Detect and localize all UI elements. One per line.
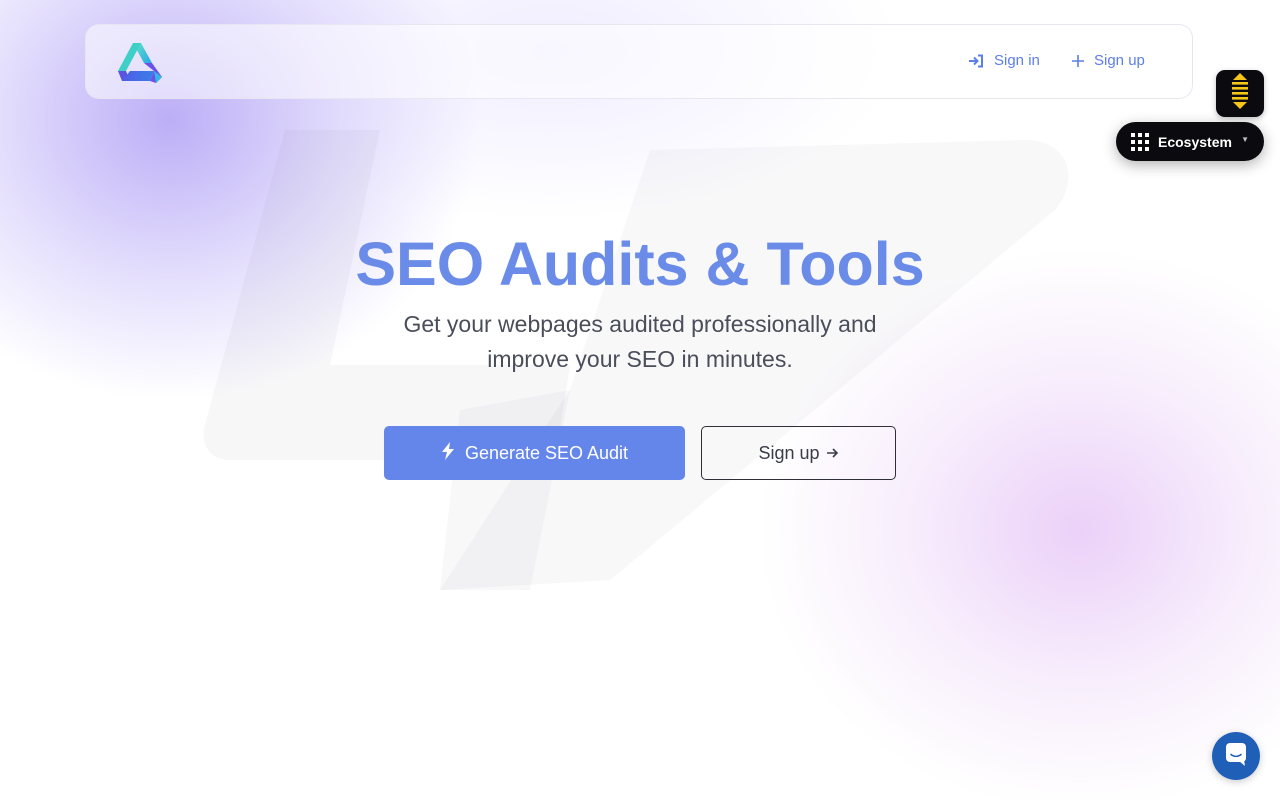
hero-title: SEO Audits & Tools	[355, 230, 925, 298]
generate-seo-audit-button[interactable]: Generate SEO Audit	[384, 426, 685, 480]
arrow-right-icon	[826, 443, 839, 464]
page-background	[0, 0, 1280, 800]
ecosystem-label: Ecosystem	[1158, 133, 1232, 150]
chevron-down-icon: ▼	[1241, 135, 1249, 144]
site-header: Sign in Sign up	[85, 24, 1193, 99]
hero-sign-up-button[interactable]: Sign up	[701, 426, 896, 480]
sign-up-label: Sign up	[1094, 52, 1145, 69]
grid-icon	[1131, 132, 1149, 151]
hero-subtitle: Get your webpages audited professionally…	[403, 311, 877, 372]
ecosystem-menu-button[interactable]: Ecosystem ▼	[1116, 122, 1264, 161]
generate-seo-audit-label: Generate SEO Audit	[464, 442, 629, 463]
scroll-arrows-button[interactable]	[1216, 70, 1264, 117]
nav-sign-in-link[interactable]: Sign in	[968, 52, 1040, 69]
scroll-arrows-icon	[1230, 73, 1250, 114]
bolt-icon	[441, 441, 455, 465]
sign-in-label: Sign in	[994, 52, 1040, 69]
sign-in-icon	[968, 54, 984, 68]
hero-sign-up-label: Sign up	[758, 442, 820, 463]
nav-sign-up-link[interactable]: Sign up	[1072, 52, 1145, 69]
brand-logo-icon[interactable]	[116, 41, 164, 85]
chat-icon	[1225, 742, 1247, 771]
plus-icon	[1072, 54, 1084, 67]
chat-launcher-button[interactable]	[1212, 732, 1260, 780]
header-divider	[1192, 39, 1193, 85]
